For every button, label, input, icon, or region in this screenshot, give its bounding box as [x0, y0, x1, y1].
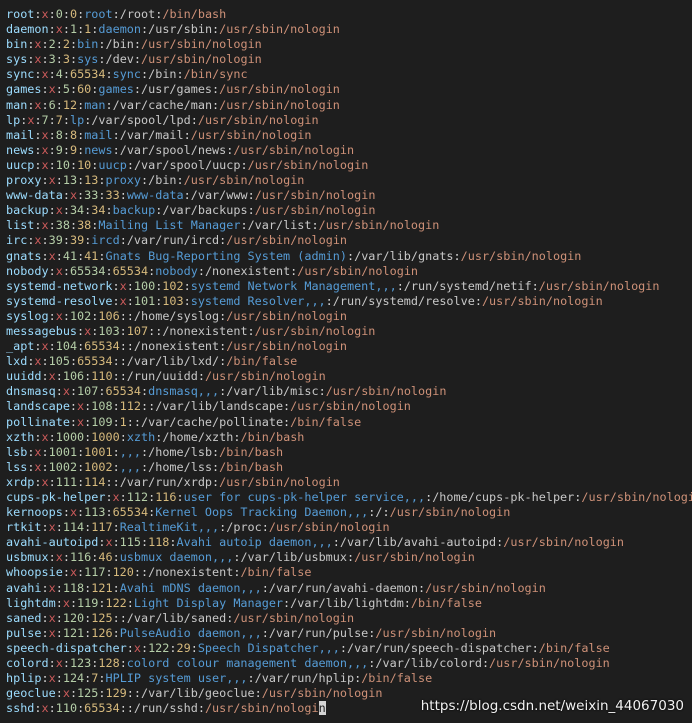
- terminal-line: daemon:x:1:1:daemon:/usr/sbin:/usr/sbin/…: [6, 22, 340, 37]
- terminal-line: mail:x:8:8:mail:/var/mail:/usr/sbin/nolo…: [6, 127, 312, 142]
- terminal-line: systemd-resolve:x:101:103:systemd Resolv…: [6, 293, 603, 308]
- terminal-line: kernoops:x:113:65534:Kernel Oops Trackin…: [6, 505, 511, 520]
- terminal-line: bin:x:2:2:bin:/bin:/usr/sbin/nologin: [6, 37, 262, 52]
- terminal-line: whoopsie:x:117:120::/nonexistent:/bin/fa…: [6, 565, 312, 580]
- terminal-line: messagebus:x:103:107::/nonexistent:/usr/…: [6, 323, 376, 338]
- terminal-line: xrdp:x:111:114::/var/run/xrdp:/usr/sbin/…: [6, 474, 340, 489]
- terminal-line: avahi-autoipd:x:115:118:Avahi autoip dae…: [6, 535, 625, 550]
- terminal-line: man:x:6:12:man:/var/cache/man:/usr/sbin/…: [6, 97, 340, 112]
- terminal-line: rtkit:x:114:117:RealtimeKit,,,:/proc:/us…: [6, 520, 390, 535]
- terminal-line: lp:x:7:7:lp:/var/spool/lpd:/usr/sbin/nol…: [6, 112, 319, 127]
- terminal-line: lightdm:x:119:122:Light Display Manager:…: [6, 595, 482, 610]
- terminal-line: news:x:9:9:news:/var/spool/news:/usr/sbi…: [6, 142, 355, 157]
- terminal-line: xzth:x:1000:1000:xzth:/home/xzth:/bin/ba…: [6, 429, 305, 444]
- terminal-line: pollinate:x:109:1::/var/cache/pollinate:…: [6, 414, 362, 429]
- terminal-line: list:x:38:38:Mailing List Manager:/var/l…: [6, 218, 440, 233]
- terminal-line: speech-dispatcher:x:122:29:Speech Dispat…: [6, 640, 610, 655]
- terminal-line: sys:x:3:3:sys:/dev:/usr/sbin/nologin: [6, 52, 262, 67]
- terminal-line: uuidd:x:106:110::/run/uuidd:/usr/sbin/no…: [6, 369, 326, 384]
- terminal-line: gnats:x:41:41:Gnats Bug-Reporting System…: [6, 248, 582, 263]
- terminal-line: games:x:5:60:games:/usr/games:/usr/sbin/…: [6, 82, 340, 97]
- terminal-line: pulse:x:121:126:PulseAudio daemon,,,:/va…: [6, 625, 497, 640]
- text-cursor: n: [318, 701, 326, 716]
- terminal-line: dnsmasq:x:107:65534:dnsmasq,,,:/var/lib/…: [6, 384, 447, 399]
- terminal-output[interactable]: root:x:0:0:root:/root:/bin/bash daemon:x:…: [6, 7, 692, 723]
- terminal-line: lsb:x:1001:1001:,,,:/home/lsb:/bin/bash: [6, 444, 284, 459]
- terminal-line: syslog:x:102:106::/home/syslog:/usr/sbin…: [6, 308, 347, 323]
- terminal-line: colord:x:123:128:colord colour managemen…: [6, 656, 610, 671]
- terminal-line: usbmux:x:116:46:usbmux daemon,,,:/var/li…: [6, 550, 475, 565]
- terminal-line: cups-pk-helper:x:112:116:user for cups-p…: [6, 490, 692, 504]
- terminal-line: saned:x:120:125::/var/lib/saned:/usr/sbi…: [6, 610, 355, 625]
- terminal-line: irc:x:39:39:ircd:/var/run/ircd:/usr/sbin…: [6, 233, 348, 248]
- terminal-line: proxy:x:13:13:proxy:/bin:/usr/sbin/nolog…: [6, 173, 305, 188]
- terminal-line: backup:x:34:34:backup:/var/backups:/usr/…: [6, 203, 376, 218]
- terminal-line: avahi:x:118:121:Avahi mDNS daemon,,,:/va…: [6, 580, 546, 595]
- terminal-line: root:x:0:0:root:/root:/bin/bash: [6, 7, 227, 21]
- terminal-line: www-data:x:33:33:www-data:/var/www:/usr/…: [6, 188, 376, 203]
- terminal-line: uucp:x:10:10:uucp:/var/spool/uucp:/usr/s…: [6, 157, 369, 172]
- terminal-line: lss:x:1002:1002:,,,:/home/lss:/bin/bash: [6, 459, 284, 474]
- watermark: https://blog.csdn.net/weixin_44067030: [420, 698, 684, 714]
- terminal-line: systemd-network:x:100:102:systemd Networ…: [6, 278, 660, 293]
- terminal-line: nobody:x:65534:65534:nobody:/nonexistent…: [6, 263, 419, 278]
- terminal-line: hplip:x:124:7:HPLIP system user,,,:/var/…: [6, 671, 433, 686]
- terminal-line: _apt:x:104:65534::/nonexistent:/usr/sbin…: [6, 339, 347, 354]
- terminal-line: sync:x:4:65534:sync:/bin:/bin/sync: [6, 67, 248, 82]
- terminal-line: landscape:x:108:112::/var/lib/landscape:…: [6, 399, 411, 414]
- terminal-line: lxd:x:105:65534::/var/lib/lxd/:/bin/fals…: [6, 354, 298, 369]
